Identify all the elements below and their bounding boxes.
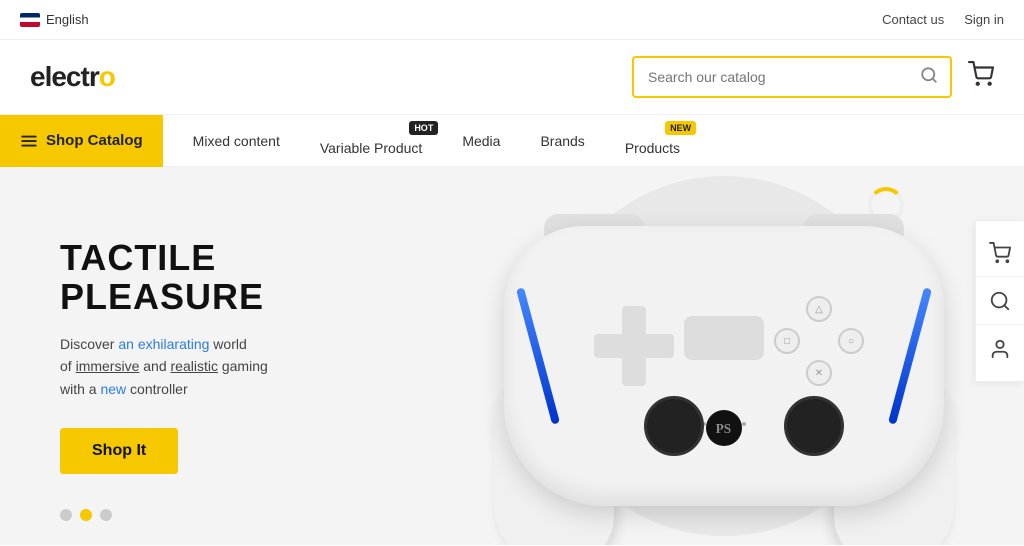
search-bar xyxy=(632,56,952,98)
dot-3[interactable] xyxy=(100,509,112,521)
svg-text:PS: PS xyxy=(716,421,732,436)
sidebar-search-button[interactable] xyxy=(976,277,1024,325)
nav-item-label: Mixed content xyxy=(193,133,280,149)
search-button[interactable] xyxy=(908,66,950,89)
cross-button: ✕ xyxy=(806,360,832,386)
shop-catalog-label: Shop Catalog xyxy=(46,132,143,149)
nav-item-label: Brands xyxy=(540,133,584,149)
shop-catalog-button[interactable]: Shop Catalog xyxy=(0,115,163,167)
cart-icon xyxy=(968,61,994,87)
nav-item-label: Products xyxy=(625,140,680,156)
cart-icon-header[interactable] xyxy=(968,61,994,94)
nav: Shop Catalog Mixed content HOT Variable … xyxy=(0,115,1024,167)
search-icon xyxy=(920,66,938,84)
header: electro xyxy=(0,40,1024,115)
sign-in-link[interactable]: Sign in xyxy=(964,12,1004,27)
nav-item-variable-product[interactable]: HOT Variable Product xyxy=(300,115,442,166)
circle-button: ○ xyxy=(838,328,864,354)
hero-desc-highlight2: immersive xyxy=(76,358,140,374)
left-thumbstick xyxy=(644,396,704,456)
contact-us-link[interactable]: Contact us xyxy=(882,12,944,27)
light-bar-right xyxy=(888,287,932,424)
sidebar-user-icon xyxy=(989,338,1011,360)
dot-1[interactable] xyxy=(60,509,72,521)
hero-desc-highlight3: realistic xyxy=(171,358,218,374)
face-buttons: △ ○ ✕ □ xyxy=(774,296,864,386)
touchpad xyxy=(684,316,764,360)
new-badge: NEW xyxy=(665,121,696,135)
nav-items: Mixed content HOT Variable Product Media… xyxy=(163,115,710,166)
search-input[interactable] xyxy=(634,69,908,85)
speaker-dot xyxy=(742,422,746,426)
hero-image: △ ○ ✕ □ PS xyxy=(484,176,964,536)
top-bar-right: Contact us Sign in xyxy=(882,12,1004,27)
nav-item-products[interactable]: NEW Products xyxy=(605,115,700,166)
language-selector[interactable]: English xyxy=(20,12,89,27)
hero-content: TACTILE PLEASURE Discover an exhilaratin… xyxy=(0,198,420,514)
dpad xyxy=(594,306,674,386)
language-label: English xyxy=(46,12,89,27)
menu-icon xyxy=(20,132,38,150)
nav-item-brands[interactable]: Brands xyxy=(520,115,604,166)
nav-item-media[interactable]: Media xyxy=(442,115,520,166)
hero-desc-highlight4: new xyxy=(100,381,126,397)
shop-it-button[interactable]: Shop It xyxy=(60,428,178,474)
logo-o: o xyxy=(99,61,115,92)
hero-dots xyxy=(60,509,112,521)
top-bar: English Contact us Sign in xyxy=(0,0,1024,40)
hero-desc-highlight1: an exhilarating xyxy=(118,336,209,352)
light-bar-left xyxy=(516,287,560,424)
sidebar-icons xyxy=(975,220,1024,382)
logo[interactable]: electro xyxy=(30,61,115,93)
dot-2[interactable] xyxy=(80,509,92,521)
ps-logo: PS xyxy=(706,410,742,446)
right-thumbstick xyxy=(784,396,844,456)
hot-badge: HOT xyxy=(409,121,438,135)
nav-item-mixed-content[interactable]: Mixed content xyxy=(173,115,300,166)
triangle-button: △ xyxy=(806,296,832,322)
controller-body: △ ○ ✕ □ PS xyxy=(504,226,944,506)
nav-item-label: Media xyxy=(462,133,500,149)
ps-symbol: PS xyxy=(714,418,734,438)
sidebar-search-icon xyxy=(989,290,1011,312)
hero-description: Discover an exhilarating world of immers… xyxy=(60,333,360,400)
hero-title: TACTILE PLEASURE xyxy=(60,238,360,317)
dpad-vertical xyxy=(622,306,646,386)
sidebar-user-button[interactable] xyxy=(976,325,1024,373)
square-button: □ xyxy=(774,328,800,354)
flag-icon xyxy=(20,13,40,27)
sidebar-cart-icon xyxy=(989,242,1011,264)
hero-section: TACTILE PLEASURE Discover an exhilaratin… xyxy=(0,167,1024,545)
nav-item-label: Variable Product xyxy=(320,140,422,156)
sidebar-cart-button[interactable] xyxy=(976,229,1024,277)
